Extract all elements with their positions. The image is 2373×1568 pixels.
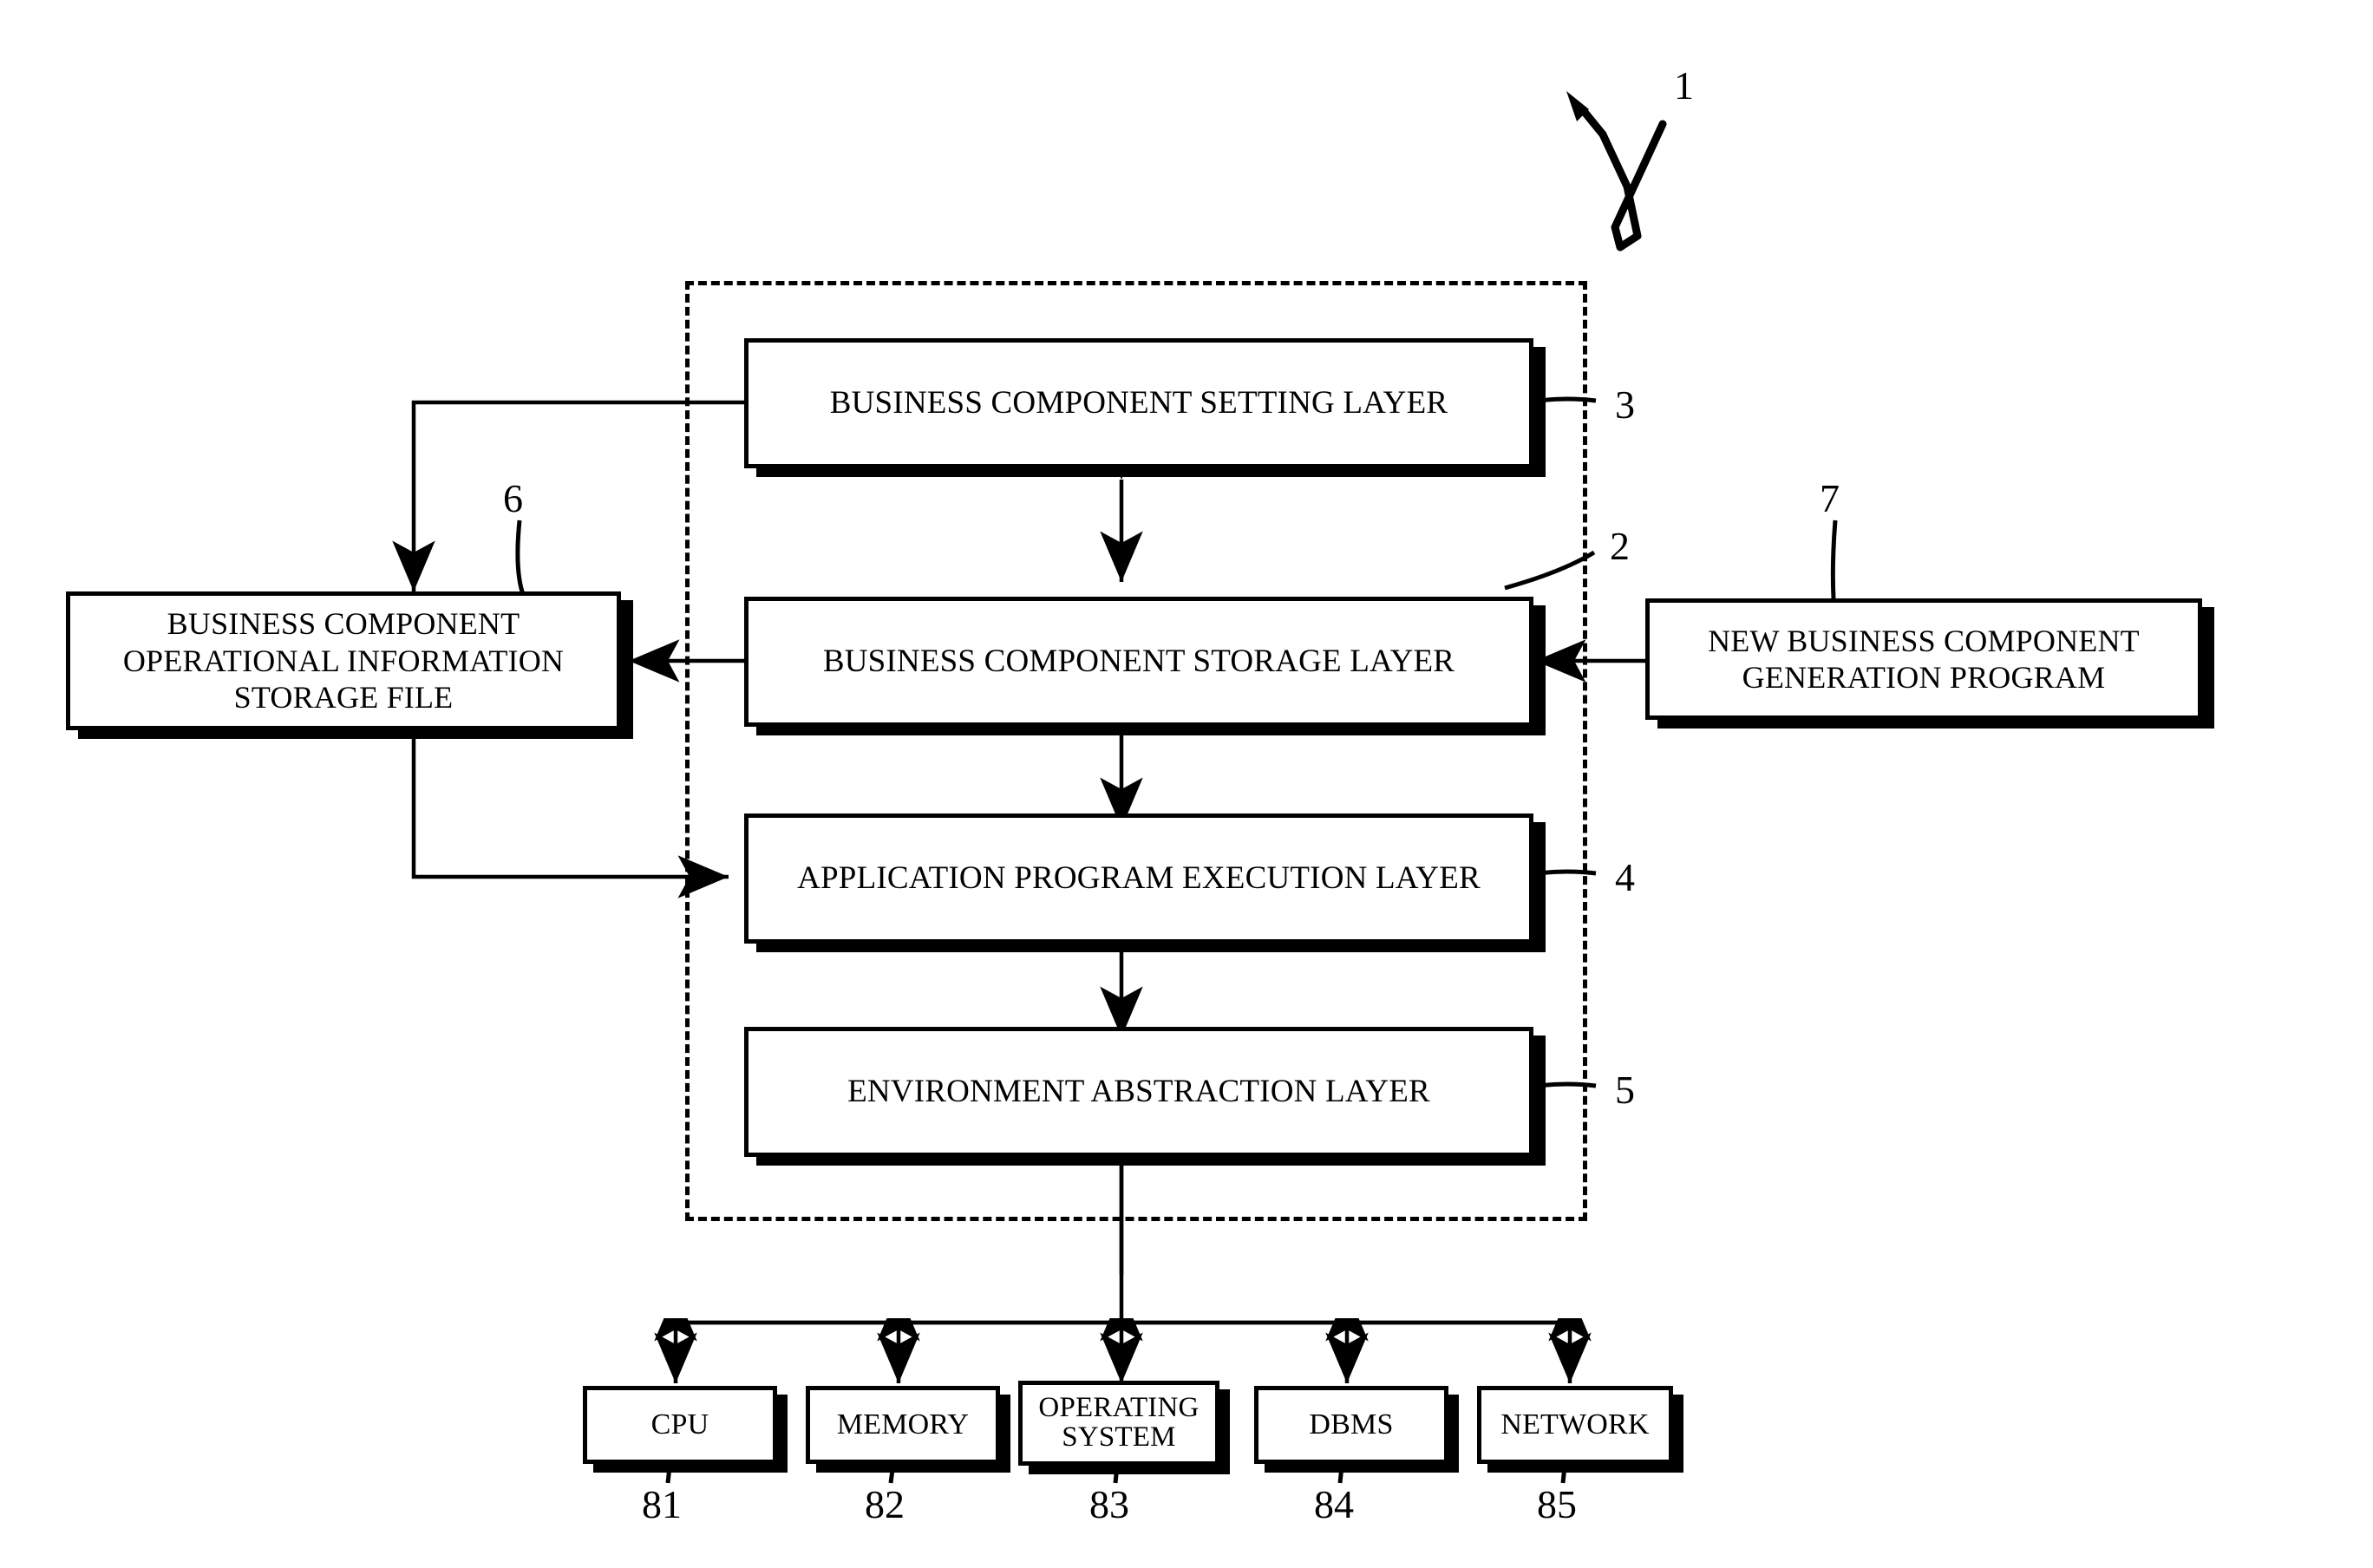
storage-file-box[interactable]: BUSINESS COMPONENT OPERATIONAL INFORMATI… <box>66 591 621 730</box>
abstraction-layer-box[interactable]: ENVIRONMENT ABSTRACTION LAYER <box>744 1027 1533 1157</box>
ref-numeral-1: 1 <box>1674 63 1694 108</box>
memory-box[interactable]: MEMORY <box>806 1386 1000 1464</box>
leader-7 <box>1830 519 1838 599</box>
setting-layer-label: BUSINESS COMPONENT SETTING LAYER <box>829 385 1448 421</box>
storage-layer-label: BUSINESS COMPONENT STORAGE LAYER <box>822 644 1455 680</box>
ref-numeral-83: 83 <box>1089 1482 1129 1526</box>
execution-layer-label: APPLICATION PROGRAM EXECUTION LAYER <box>797 860 1481 897</box>
ref-numeral-2: 2 <box>1610 524 1630 568</box>
generation-program-box[interactable]: NEW BUSINESS COMPONENT GENERATION PROGRA… <box>1645 598 2202 720</box>
ref-numeral-3: 3 <box>1615 382 1635 427</box>
leader-1 <box>1579 107 1667 252</box>
generation-program-label: NEW BUSINESS COMPONENT GENERATION PROGRA… <box>1708 623 2140 695</box>
cpu-label: CPU <box>650 1408 709 1441</box>
ref-numeral-7: 7 <box>1820 476 1840 520</box>
dbms-box[interactable]: DBMS <box>1254 1386 1448 1464</box>
ref-numeral-81: 81 <box>642 1482 682 1526</box>
ref-numeral-4: 4 <box>1615 855 1635 899</box>
ref-numeral-82: 82 <box>865 1482 905 1526</box>
setting-layer-box[interactable]: BUSINESS COMPONENT SETTING LAYER <box>744 338 1533 468</box>
dbms-label: DBMS <box>1309 1408 1394 1441</box>
cpu-box[interactable]: CPU <box>583 1386 777 1464</box>
arrow-storage-file-to-execution <box>411 734 729 898</box>
network-box[interactable]: NETWORK <box>1477 1386 1673 1464</box>
ref-numeral-5-value: 5 <box>1615 1068 1635 1112</box>
ref-numeral-84: 84 <box>1314 1482 1354 1526</box>
leader-6 <box>515 519 526 598</box>
ref-numeral-85: 85 <box>1537 1482 1577 1526</box>
os-label: OPERATING SYSTEM <box>1038 1392 1200 1453</box>
storage-layer-box[interactable]: BUSINESS COMPONENT STORAGE LAYER <box>744 597 1533 727</box>
storage-file-label: BUSINESS COMPONENT OPERATIONAL INFORMATI… <box>122 606 565 715</box>
execution-layer-box[interactable]: APPLICATION PROGRAM EXECUTION LAYER <box>744 813 1533 944</box>
abstraction-layer-label: ENVIRONMENT ABSTRACTION LAYER <box>847 1074 1430 1110</box>
os-box[interactable]: OPERATING SYSTEM <box>1018 1381 1219 1466</box>
patent-figure: BUSINESS COMPONENT SETTING LAYER BUSINES… <box>0 0 2373 1568</box>
network-label: NETWORK <box>1500 1408 1650 1441</box>
ref-numeral-6: 6 <box>503 476 523 520</box>
memory-label: MEMORY <box>836 1408 970 1441</box>
